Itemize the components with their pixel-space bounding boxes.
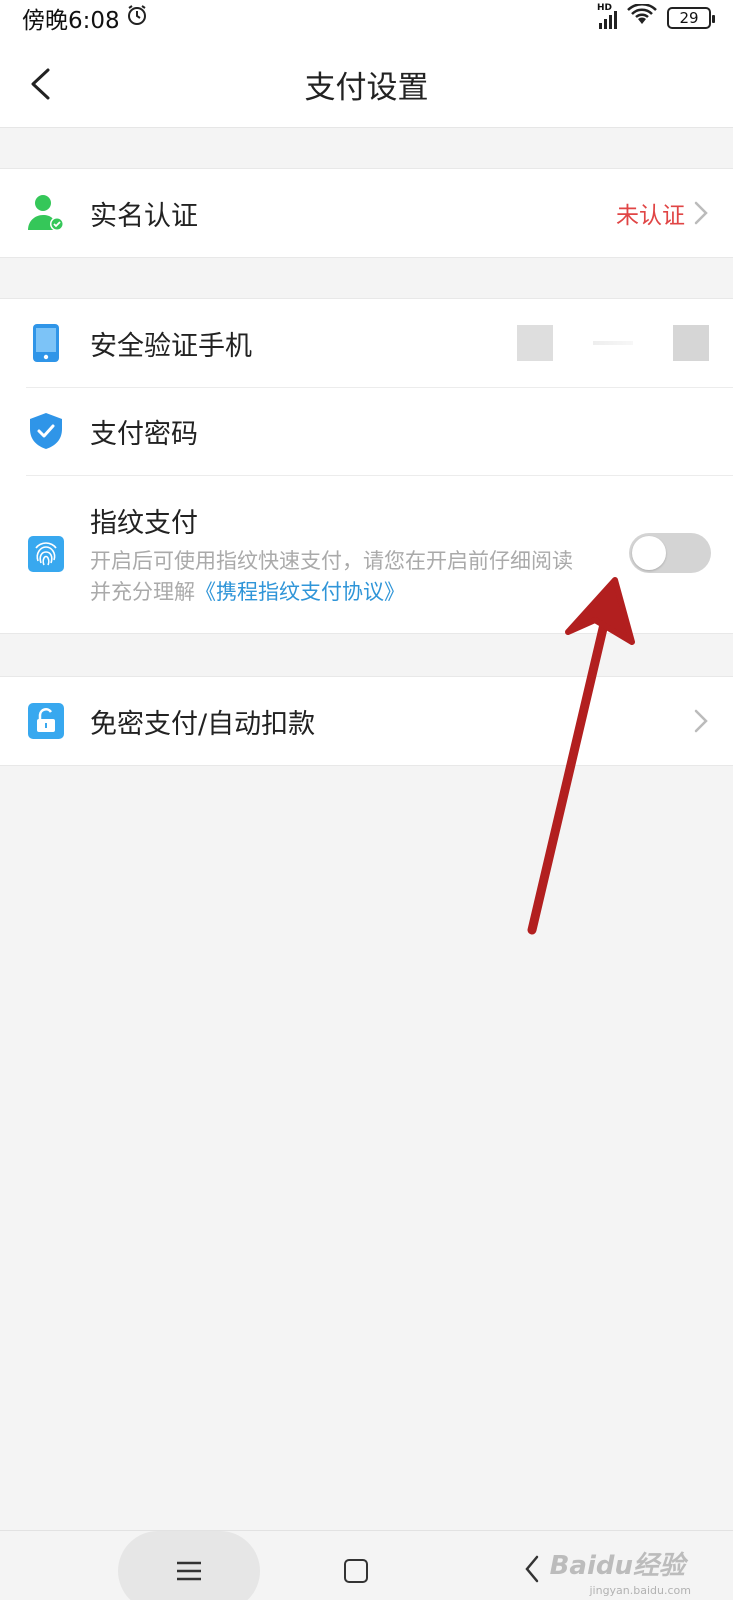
network-type: HD: [597, 3, 613, 13]
chevron-right-icon: [694, 709, 708, 733]
battery-icon: 29: [667, 7, 715, 29]
fingerprint-agreement-link[interactable]: 《携程指纹支付协议》: [195, 580, 405, 604]
identity-group: 实名认证 未认证: [0, 168, 733, 258]
menu-icon: [177, 1561, 201, 1581]
page-title: 支付设置: [304, 70, 429, 106]
fingerprint-description: 开启后可使用指纹快速支付，请您在开启前仔细阅读并充分理解《携程指纹支付协议》: [90, 546, 590, 608]
status-time: 傍晚6:08: [22, 8, 120, 34]
nav-home-button[interactable]: [344, 1559, 368, 1583]
payment-password-row[interactable]: 支付密码: [0, 387, 733, 475]
identity-row[interactable]: 实名认证 未认证: [0, 169, 733, 257]
user-verified-icon: [26, 193, 66, 233]
watermark: Baidu经验: [549, 1551, 685, 1581]
security-phone-label: 安全验证手机: [90, 330, 252, 362]
status-bar: 傍晚6:08 HD 29: [0, 0, 733, 36]
unlock-icon: [26, 701, 66, 741]
identity-label: 实名认证: [90, 200, 198, 232]
alarm-icon: [126, 4, 148, 32]
toggle-knob: [632, 536, 666, 570]
security-phone-row[interactable]: 安全验证手机: [0, 299, 733, 387]
identity-status: 未认证: [616, 203, 685, 229]
fingerprint-row: 指纹支付 开启后可使用指纹快速支付，请您在开启前仔细阅读并充分理解《携程指纹支付…: [0, 475, 733, 633]
masked-phone-number: [517, 325, 709, 361]
nav-back-button[interactable]: [524, 1555, 540, 1587]
autopay-row[interactable]: 免密支付/自动扣款: [0, 677, 733, 765]
fingerprint-icon: [26, 534, 66, 574]
payment-password-label: 支付密码: [90, 418, 198, 450]
fingerprint-title: 指纹支付: [90, 507, 198, 539]
header: 支付设置: [0, 36, 733, 128]
fingerprint-toggle[interactable]: [629, 533, 711, 573]
phone-icon: [26, 323, 66, 363]
security-group: 安全验证手机 支付密码 指纹支付 开启后可使用指纹快速支付，请您在开启前仔细阅读…: [0, 298, 733, 634]
chevron-left-icon: [525, 1555, 539, 1583]
wifi-icon: [627, 3, 657, 32]
shield-icon: [26, 411, 66, 451]
signal-icon: HD: [597, 3, 617, 29]
chevron-right-icon: [694, 201, 708, 225]
watermark-sub: jingyan.baidu.com: [589, 1584, 691, 1597]
autopay-group: 免密支付/自动扣款: [0, 676, 733, 766]
autopay-label: 免密支付/自动扣款: [90, 708, 316, 740]
battery-level: 29: [679, 9, 699, 27]
nav-menu-button[interactable]: [118, 1531, 260, 1600]
